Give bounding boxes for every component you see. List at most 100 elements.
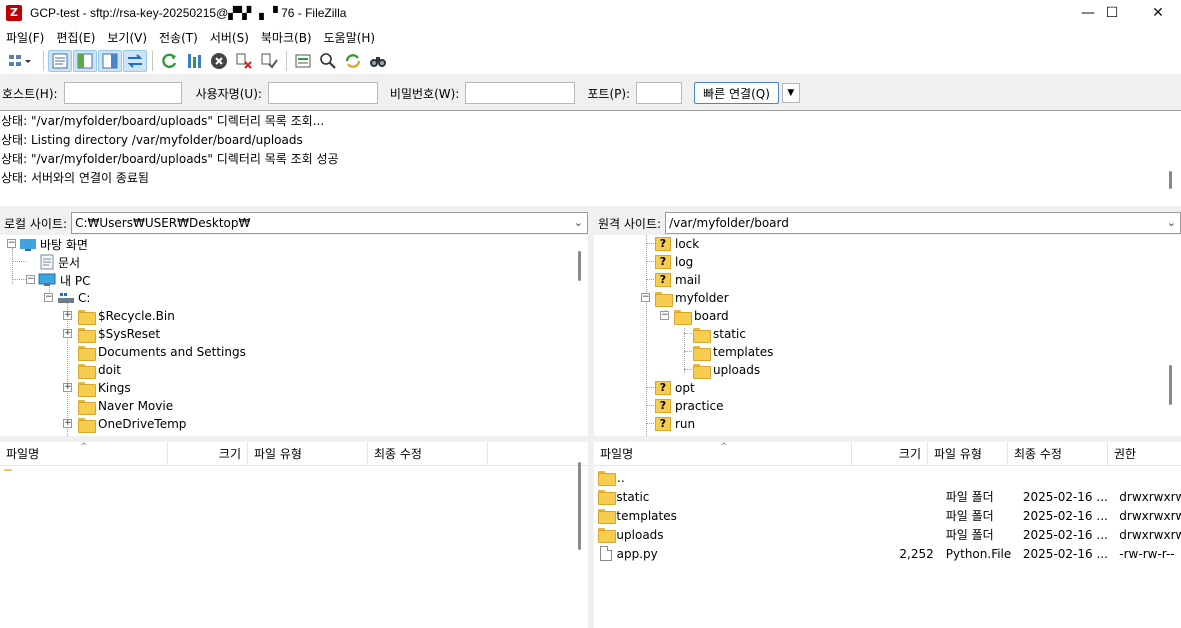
folder-icon <box>78 399 96 415</box>
column-size[interactable]: 크기 <box>168 442 248 466</box>
local-directory-tree[interactable]: − 바탕 화면 문서 − 내 PC − C: + $Recycle.Bin + … <box>0 235 588 436</box>
quickconnect-history-dropdown[interactable]: ▼ <box>781 83 800 103</box>
tree-line <box>67 302 68 436</box>
tree-item-unknown[interactable]: ? lock <box>655 235 699 253</box>
collapse-toggle[interactable]: − <box>44 293 53 302</box>
tree-item-unknown[interactable]: ? practice <box>655 397 724 415</box>
toggle-log-button[interactable] <box>48 50 72 72</box>
refresh-button[interactable] <box>157 50 181 72</box>
tree-item-documents[interactable]: 문서 <box>40 253 80 271</box>
reconnect-button[interactable] <box>257 50 281 72</box>
column-permissions[interactable]: 권한 <box>1108 442 1181 466</box>
remote-file-list[interactable]: 파일명 크기 파일 유형 최종 수정 권한 ^ .. static 파일 폴더 … <box>594 442 1181 628</box>
file-row[interactable]: uploads 파일 폴더 2025-02-16 ... drwxrwxrwx <box>598 525 1181 544</box>
column-size[interactable]: 크기 <box>852 442 928 466</box>
host-label: 호스트(H): <box>2 86 58 101</box>
host-input[interactable] <box>63 82 182 104</box>
tree-item-folder[interactable]: myfolder <box>655 289 729 307</box>
expand-toggle[interactable]: + <box>63 311 72 320</box>
tree-item-folder[interactable]: doit <box>78 361 121 379</box>
quickconnect-button[interactable]: 빠른 연결(Q) <box>694 82 779 104</box>
tree-item-folder[interactable]: Naver Movie <box>78 397 173 415</box>
remote-tree-scrollbar[interactable] <box>1169 365 1172 405</box>
file-row[interactable]: static 파일 폴더 2025-02-16 ... drwxrwxrwx <box>598 487 1181 506</box>
process-queue-button[interactable] <box>182 50 206 72</box>
menu-file[interactable]: 파일(F) <box>0 29 50 46</box>
folder-icon <box>78 417 96 433</box>
expand-toggle[interactable]: + <box>63 383 72 392</box>
tree-item-unknown[interactable]: ? log <box>655 253 693 271</box>
toggle-local-tree-button[interactable] <box>73 50 97 72</box>
tree-item-unknown[interactable]: ? opt <box>655 379 695 397</box>
file-type: 파일 폴더 <box>945 528 994 542</box>
tree-item-drive-c[interactable]: C: <box>58 289 90 307</box>
file-row-parent[interactable]: .. <box>598 468 1181 487</box>
collapse-toggle[interactable]: − <box>641 293 650 302</box>
tree-item-folder[interactable]: uploads <box>693 361 760 379</box>
collapse-toggle[interactable]: − <box>660 311 669 320</box>
folder-icon <box>598 528 617 543</box>
local-file-list[interactable]: 파일명 크기 파일 유형 최종 수정 ^ <box>0 442 588 628</box>
tree-item-desktop[interactable]: 바탕 화면 <box>20 235 88 253</box>
expand-toggle[interactable]: + <box>63 329 72 338</box>
close-button[interactable]: ✕ <box>1135 0 1181 26</box>
column-modified[interactable]: 최종 수정 <box>1008 442 1108 466</box>
cancel-operation-button[interactable] <box>207 50 231 72</box>
username-input[interactable] <box>267 82 378 104</box>
site-manager-button[interactable] <box>2 50 38 72</box>
sync-icon <box>345 54 361 68</box>
unknown-folder-icon: ? <box>655 273 671 287</box>
menu-edit[interactable]: 편집(E) <box>50 29 101 46</box>
disconnect-button[interactable] <box>232 50 256 72</box>
column-type[interactable]: 파일 유형 <box>248 442 368 466</box>
refresh-icon <box>162 53 177 69</box>
sync-browsing-button[interactable] <box>341 50 365 72</box>
chevron-down-icon: ▼ <box>787 88 795 98</box>
tree-item-this-pc[interactable]: 내 PC <box>38 271 90 289</box>
port-input[interactable] <box>636 82 683 104</box>
file-row[interactable]: app.py 2,252 Python.File 2025-02-16 ... … <box>600 544 1181 563</box>
tree-item-unknown[interactable]: ? mail <box>655 271 701 289</box>
search-remote-button[interactable] <box>316 50 340 72</box>
tree-item-folder[interactable]: static <box>693 325 746 343</box>
log-scrollbar[interactable] <box>1169 171 1172 189</box>
log-line: 상태: "/var/myfolder/board/uploads" 디렉터리 목… <box>1 152 339 166</box>
local-path-combo[interactable]: C:₩Users₩USER₩Desktop₩ ⌄ <box>71 212 588 234</box>
collapse-toggle[interactable]: − <box>7 239 16 248</box>
transfer-queue-icon <box>127 54 143 68</box>
tree-item-folder[interactable]: templates <box>693 343 773 361</box>
tree-item-unknown[interactable]: ? run <box>655 415 695 433</box>
tree-item-folder[interactable]: $SysReset <box>78 325 160 343</box>
expand-toggle[interactable]: + <box>63 419 72 428</box>
tree-item-folder[interactable]: Documents and Settings <box>78 343 246 361</box>
menu-server[interactable]: 서버(S) <box>204 29 255 46</box>
maximize-button[interactable]: ☐ <box>1089 0 1135 26</box>
toggle-remote-tree-button[interactable] <box>98 50 122 72</box>
file-row[interactable]: templates 파일 폴더 2025-02-16 ... drwxrwxrw… <box>598 506 1181 525</box>
tree-item-folder[interactable]: OneDriveTemp <box>78 415 186 433</box>
menu-view[interactable]: 보기(V) <box>101 29 153 46</box>
tree-item-folder-selected[interactable]: board <box>674 307 729 325</box>
tree-item-folder[interactable]: Kings <box>78 379 131 397</box>
menu-transfer[interactable]: 전송(T) <box>153 29 204 46</box>
menu-help[interactable]: 도움말(H) <box>318 29 382 46</box>
splitter[interactable] <box>0 206 1181 210</box>
password-input[interactable] <box>465 82 576 104</box>
tree-item-folder[interactable]: $Recycle.Bin <box>78 307 175 325</box>
tree-item-label: uploads <box>713 363 761 377</box>
column-type[interactable]: 파일 유형 <box>928 442 1008 466</box>
tree-line <box>684 351 692 352</box>
menu-bookmarks[interactable]: 북마크(B) <box>255 29 318 46</box>
directory-filter-button[interactable] <box>291 50 315 72</box>
local-tree-scrollbar[interactable] <box>578 251 581 281</box>
find-files-button[interactable] <box>366 50 390 72</box>
column-modified[interactable]: 최종 수정 <box>368 442 488 466</box>
collapse-toggle[interactable]: − <box>26 275 35 284</box>
remote-directory-tree[interactable]: ? lock ? log ? mail − myfolder − board stat… <box>594 235 1181 436</box>
local-list-scrollbar[interactable] <box>578 462 581 550</box>
toggle-queue-button[interactable] <box>123 50 147 72</box>
tree-item-label: run <box>675 417 696 431</box>
remote-path-combo[interactable]: /var/myfolder/board ⌄ <box>665 212 1181 234</box>
tree-line <box>12 261 26 262</box>
message-log[interactable]: 상태: "/var/myfolder/board/uploads" 디렉터리 목… <box>0 110 1181 206</box>
